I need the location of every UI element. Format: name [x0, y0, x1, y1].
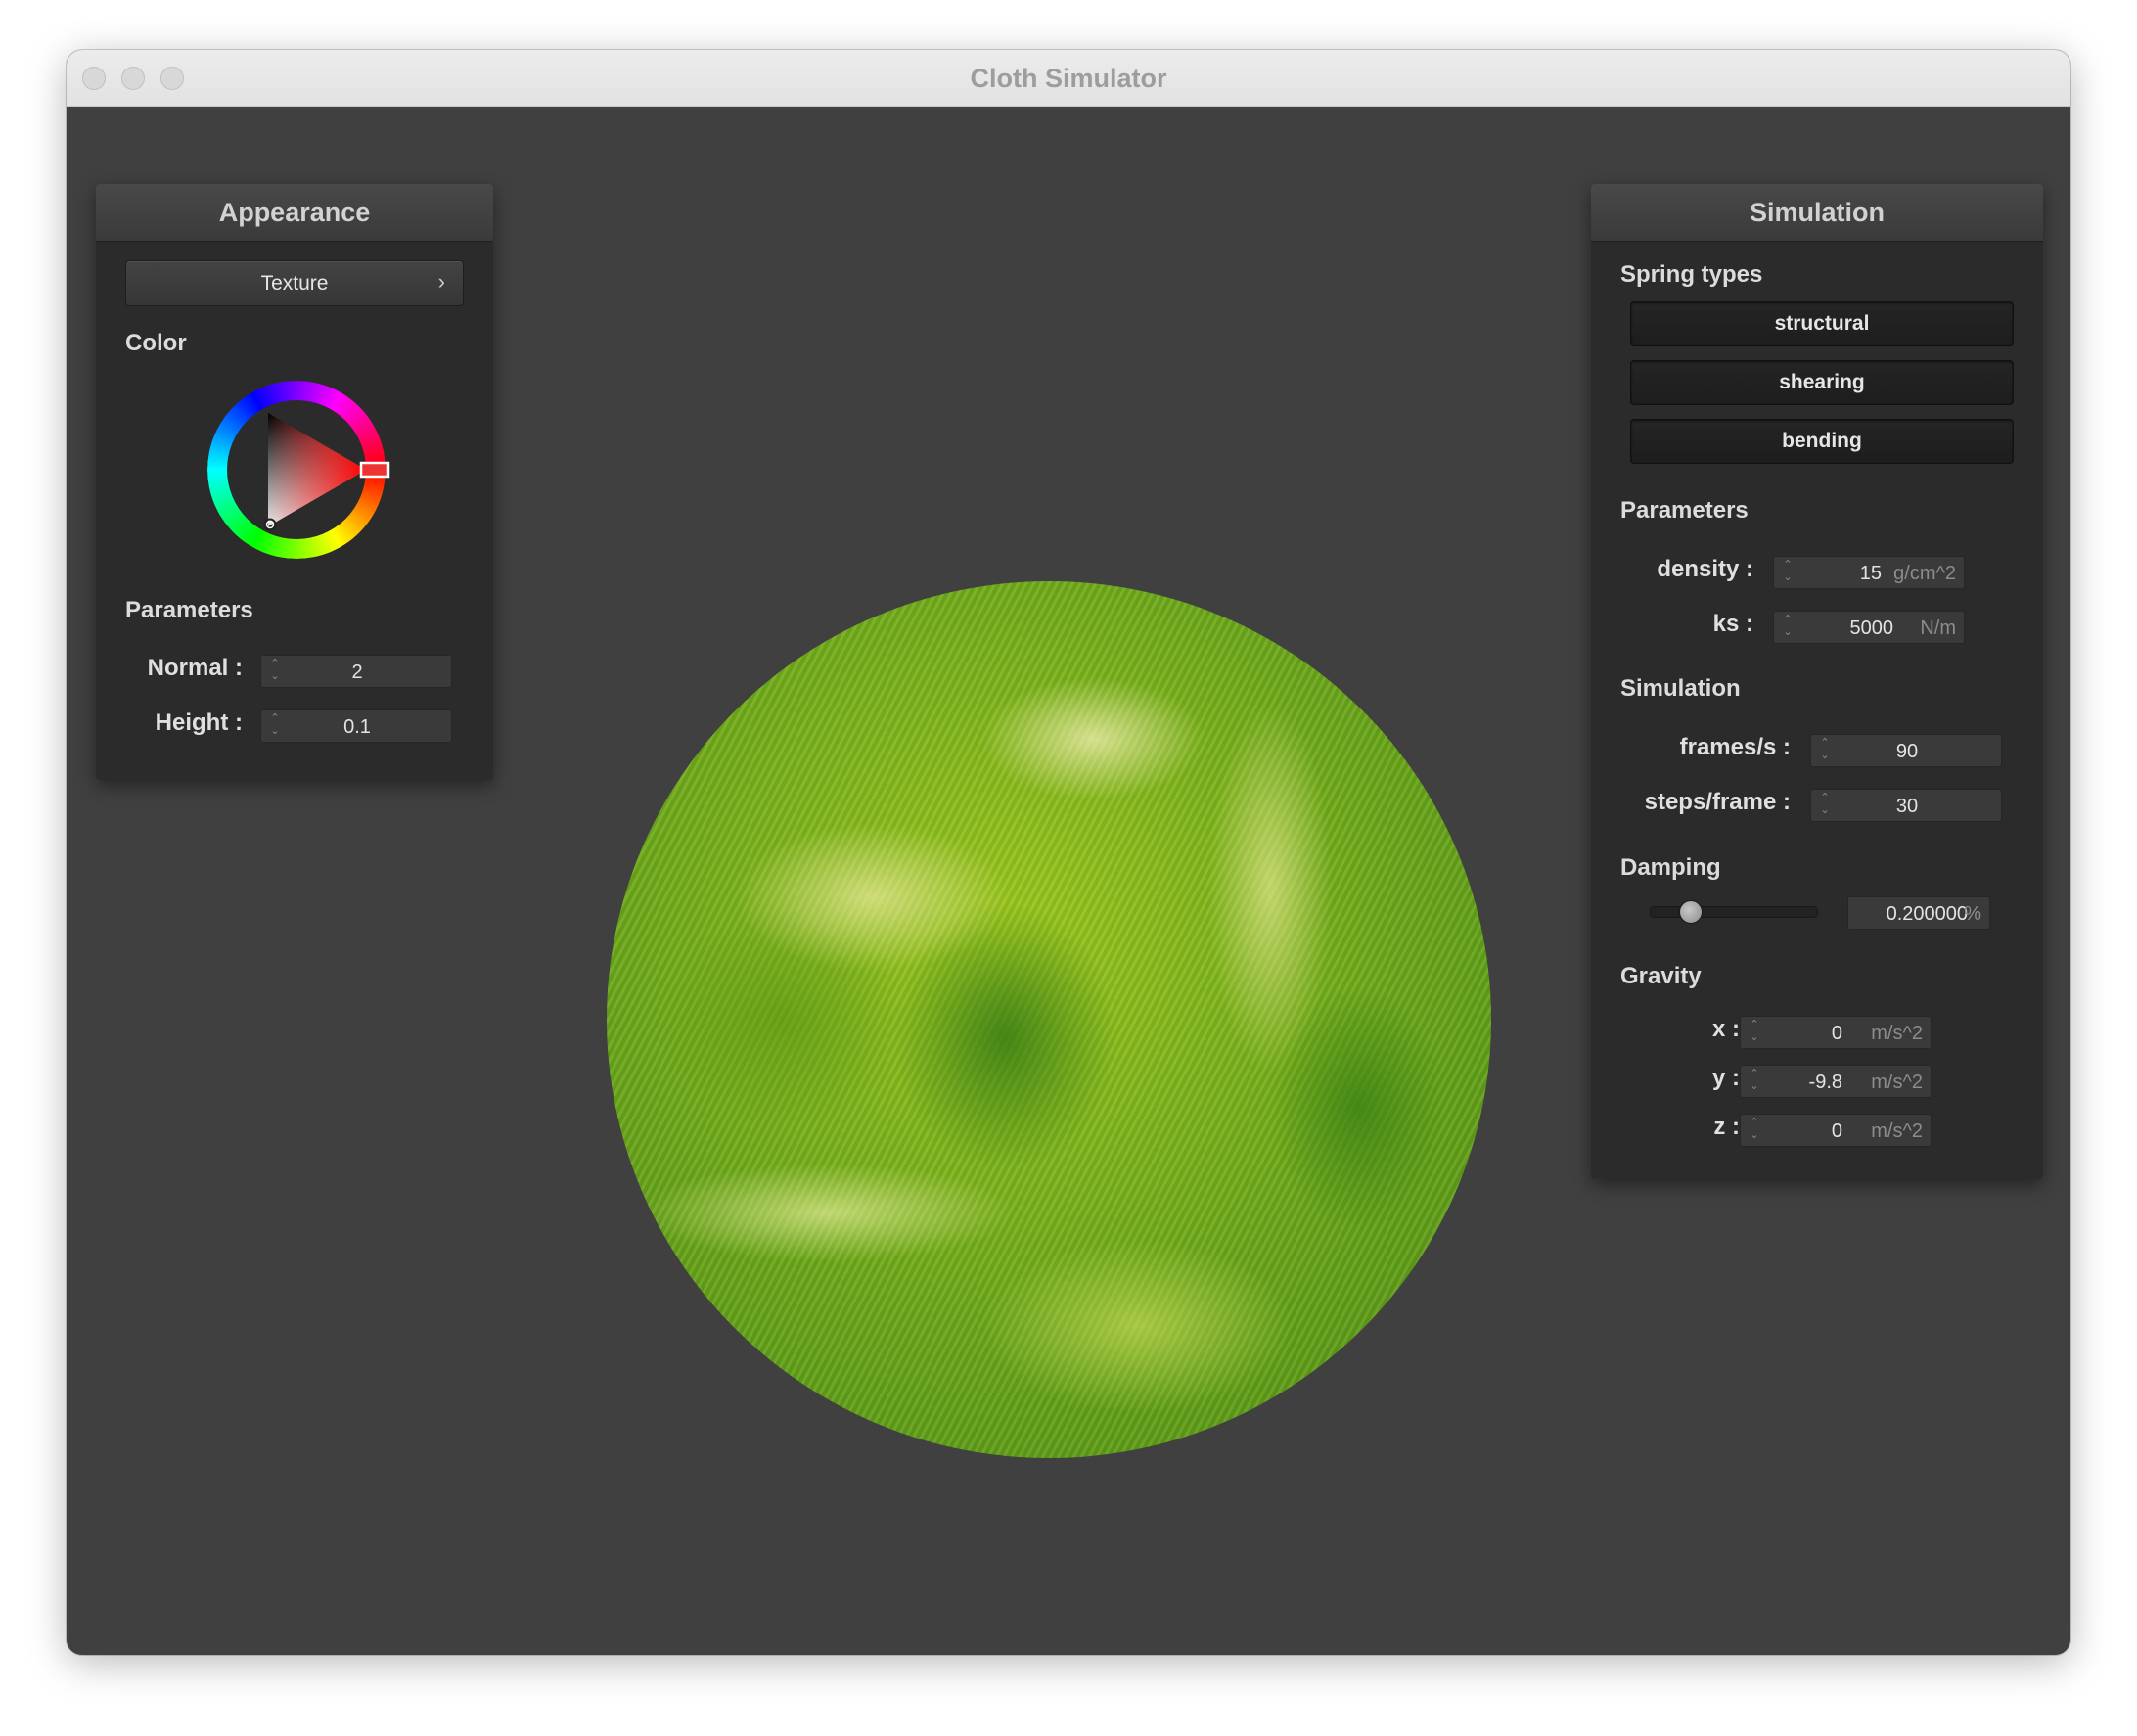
simulation-panel: Simulation Spring types structural shear… [1591, 184, 2043, 1179]
texture-button-label: Texture [260, 272, 329, 295]
texture-button[interactable]: Texture › [125, 260, 464, 306]
appearance-panel-title[interactable]: Appearance [96, 184, 493, 242]
ks-input[interactable]: ⌃ ⌄ 5000 N/m [1773, 611, 1965, 644]
gravity-x-label: x : [1711, 1016, 1740, 1042]
height-label: Height : [155, 709, 243, 736]
simulation-section-label: Simulation [1620, 675, 1741, 702]
height-value: 0.1 [343, 716, 371, 738]
ks-label: ks : [1712, 611, 1753, 637]
shearing-toggle[interactable]: shearing [1630, 360, 2014, 405]
gravity-y-value: -9.8 [1808, 1072, 1842, 1093]
chevron-right-icon: › [437, 269, 445, 294]
damping-value: 0.200000 [1886, 903, 1968, 925]
gravity-z-value: 0 [1831, 1120, 1842, 1142]
appearance-parameters-label: Parameters [125, 597, 253, 623]
damping-slider[interactable] [1650, 906, 1818, 918]
density-unit: g/cm^2 [1893, 563, 1956, 584]
spinner-arrows-icon[interactable]: ⌃ ⌄ [1749, 1019, 1760, 1046]
frames-per-second-label: frames/s : [1679, 734, 1791, 760]
3d-viewport[interactable]: Appearance Texture › Color Parameters No… [67, 107, 2070, 1655]
steps-per-frame-label: steps/frame : [1644, 789, 1791, 815]
damping-unit: % [1964, 903, 1981, 925]
normal-value: 2 [351, 662, 363, 683]
gravity-x-value: 0 [1831, 1023, 1842, 1044]
damping-input[interactable]: 0.200000 % [1847, 896, 1990, 930]
steps-per-frame-value: 30 [1895, 796, 1919, 817]
normal-input[interactable]: ⌃ ⌄ 2 [260, 655, 452, 688]
density-label: density : [1657, 556, 1753, 582]
gravity-z-unit: m/s^2 [1871, 1120, 1923, 1142]
gravity-z-input[interactable]: ⌃ ⌄ 0 m/s^2 [1740, 1114, 1932, 1147]
ks-value: 5000 [1849, 617, 1894, 639]
gravity-label: Gravity [1620, 963, 1702, 989]
spinner-arrows-icon[interactable]: ⌃ ⌄ [1782, 559, 1794, 586]
ks-unit: N/m [1920, 617, 1956, 639]
spring-types-label: Spring types [1620, 261, 1763, 288]
title-bar: Cloth Simulator [67, 50, 2070, 107]
color-label: Color [125, 330, 187, 356]
simulation-parameters-label: Parameters [1620, 497, 1749, 524]
bending-toggle[interactable]: bending [1630, 419, 2014, 464]
window-title: Cloth Simulator [970, 64, 1167, 93]
appearance-panel: Appearance Texture › Color Parameters No… [96, 184, 493, 780]
spinner-arrows-icon[interactable]: ⌃ ⌄ [1749, 1068, 1760, 1095]
gravity-y-label: y : [1711, 1065, 1740, 1091]
hue-selector-handle[interactable] [359, 461, 390, 479]
spinner-arrows-icon[interactable]: ⌃ ⌄ [1749, 1117, 1760, 1144]
frames-per-second-value: 90 [1895, 741, 1919, 762]
simulation-panel-title[interactable]: Simulation [1591, 184, 2043, 242]
spinner-arrows-icon[interactable]: ⌃ ⌄ [1782, 614, 1794, 641]
textured-sphere[interactable] [607, 581, 1491, 1458]
density-value: 15 [1859, 563, 1882, 584]
frames-per-second-input[interactable]: ⌃ ⌄ 90 [1810, 734, 2002, 767]
steps-per-frame-input[interactable]: ⌃ ⌄ 30 [1810, 789, 2002, 822]
damping-slider-handle[interactable] [1678, 900, 1703, 924]
structural-toggle[interactable]: structural [1630, 301, 2014, 346]
gravity-x-unit: m/s^2 [1871, 1023, 1923, 1044]
damping-label: Damping [1620, 854, 1721, 881]
normal-label: Normal : [147, 655, 243, 681]
gravity-x-input[interactable]: ⌃ ⌄ 0 m/s^2 [1740, 1016, 1932, 1049]
color-wheel[interactable] [207, 381, 393, 567]
height-input[interactable]: ⌃ ⌄ 0.1 [260, 709, 452, 743]
app-window: Cloth Simulator Appearance Texture › Col… [67, 50, 2070, 1655]
density-input[interactable]: ⌃ ⌄ 15 g/cm^2 [1773, 556, 1965, 589]
gravity-z-label: z : [1713, 1114, 1740, 1140]
gravity-y-input[interactable]: ⌃ ⌄ -9.8 m/s^2 [1740, 1065, 1932, 1098]
gravity-y-unit: m/s^2 [1871, 1072, 1923, 1093]
